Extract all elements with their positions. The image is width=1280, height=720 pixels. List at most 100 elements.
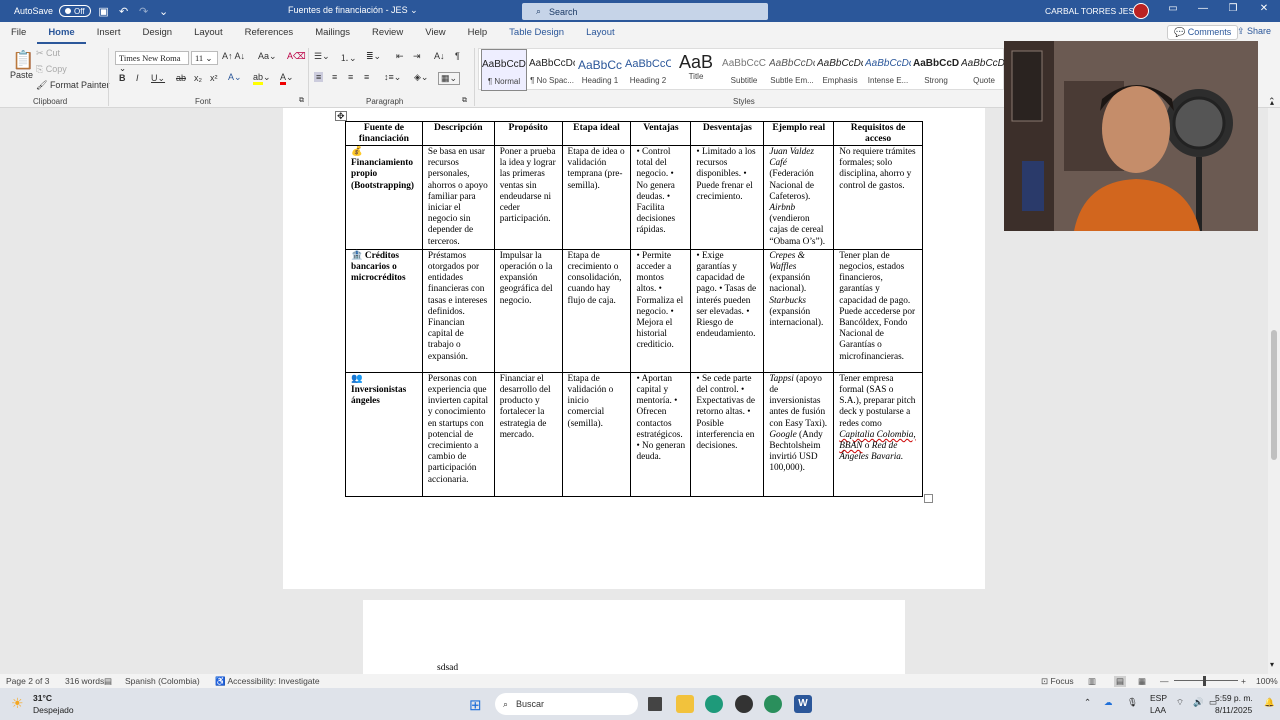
table-cell[interactable]: • Limitado a los recursos disponibles. •… — [690, 145, 765, 250]
wifi-icon[interactable]: ⌔ — [1176, 697, 1184, 708]
cut-button[interactable]: ✂ Cut — [36, 48, 60, 59]
zoom-out-icon[interactable]: — — [1160, 676, 1169, 686]
paragraph-dialog-launcher-icon[interactable]: ⧉ — [462, 97, 467, 105]
word-count[interactable]: 316 words — [65, 676, 104, 686]
highlight-icon[interactable]: ab⌄ — [253, 72, 271, 85]
autosave-toggle[interactable]: Off — [59, 5, 91, 17]
table-cell[interactable]: 👥 Inversionistas ángeles — [345, 371, 423, 497]
volume-icon[interactable]: 🔊 — [1193, 697, 1204, 708]
table-cell[interactable]: 💰 Financiamiento propio (Bootstrapping) — [345, 145, 423, 250]
weather-temp[interactable]: 31°C — [33, 693, 52, 703]
copy-button[interactable]: ⎘ Copy — [36, 64, 67, 75]
header-cell[interactable]: Desventajas — [690, 121, 765, 146]
table-cell[interactable]: Tener empresa formal (SAS o S.A.), prepa… — [833, 371, 923, 497]
shading-icon[interactable]: ◈⌄ — [414, 72, 428, 83]
style-intense-emphasis[interactable]: AaBbCcDc Intense E... — [865, 49, 911, 91]
style-subtle-emphasis[interactable]: AaBbCcDc Subtle Em... — [769, 49, 815, 91]
header-cell[interactable]: Fuente de financiación — [345, 121, 423, 146]
tab-references[interactable]: References — [234, 22, 305, 44]
zoom-slider-thumb[interactable] — [1203, 676, 1206, 686]
align-right-icon[interactable]: ≡ — [348, 72, 353, 82]
header-cell[interactable]: Ejemplo real — [763, 121, 835, 146]
weather-desc[interactable]: Despejado — [33, 705, 74, 715]
style-quote[interactable]: AaBbCcDc Quote — [961, 49, 1007, 91]
share-button[interactable]: ⇪ Share — [1237, 26, 1271, 37]
table-cell[interactable]: Se basa en usar recursos personales, aho… — [421, 145, 495, 250]
web-layout-icon[interactable]: ▦ — [1138, 676, 1146, 687]
page-count[interactable]: Page 2 of 3 — [6, 676, 49, 686]
paste-icon[interactable]: 📋 — [12, 50, 34, 71]
table-cell[interactable]: Etapa de crecimiento o consolidación, cu… — [561, 248, 632, 373]
input-language-1[interactable]: ESP — [1150, 693, 1167, 703]
style-subtitle[interactable]: AaBbCcC Subtitle — [721, 49, 767, 91]
table-cell[interactable]: • Exige garantías y capacidad de pago. •… — [690, 248, 765, 373]
file-explorer-icon[interactable] — [676, 695, 694, 713]
decrease-indent-icon[interactable]: ⇤ — [396, 51, 404, 62]
style-emphasis[interactable]: AaBbCcDc Emphasis — [817, 49, 863, 91]
table-cell[interactable]: Tener plan de negocios, estados financie… — [833, 248, 923, 373]
align-left-icon[interactable]: ≡ — [314, 72, 324, 82]
font-name-select[interactable]: Times New Roma ⌄ — [115, 51, 189, 73]
table-cell[interactable]: Etapa de idea o validación temprana (pre… — [561, 145, 632, 250]
tab-home[interactable]: Home — [37, 22, 86, 44]
table-cell[interactable]: Poner a prueba la idea y lograr las prim… — [493, 145, 563, 250]
scroll-down-icon[interactable]: ▾ — [1270, 660, 1274, 669]
table-cell[interactable]: • Se cede parte del control. • Expectati… — [690, 371, 765, 497]
tab-review[interactable]: Review — [361, 22, 414, 44]
focus-mode-button[interactable]: ⊡ Focus — [1041, 676, 1074, 687]
font-size-select[interactable]: 11 ⌄ — [191, 51, 218, 65]
scroll-up-icon[interactable]: ▴ — [1270, 98, 1274, 107]
customize-toolbar-icon[interactable]: ⌄ — [157, 5, 171, 18]
style-normal[interactable]: AaBbCcDc¶ Normal — [481, 49, 527, 91]
tab-table-design[interactable]: Table Design — [498, 22, 575, 44]
table-cell[interactable]: No requiere trámites formales; solo disc… — [833, 145, 923, 250]
restore-icon[interactable]: ❐ — [1218, 3, 1248, 14]
table-cell[interactable]: Crepes & Waffles (expansión nacional). S… — [763, 248, 835, 373]
undo-icon[interactable]: ↶ — [117, 5, 131, 18]
next-page-text[interactable]: sdsad — [437, 663, 458, 673]
font-dialog-launcher-icon[interactable]: ⧉ — [299, 97, 304, 105]
style-strong[interactable]: AaBbCcDcStrong — [913, 49, 959, 91]
header-cell[interactable]: Etapa ideal — [561, 121, 632, 146]
format-painter-button[interactable]: 🖌 Format Painter — [36, 80, 109, 91]
multilevel-list-icon[interactable]: ≣⌄ — [366, 51, 381, 62]
tab-mailings[interactable]: Mailings — [304, 22, 361, 44]
chrome-icon[interactable] — [764, 695, 782, 713]
strikethrough-icon[interactable]: ab — [176, 73, 186, 83]
show-hidden-icons-icon[interactable]: ⌃ — [1084, 697, 1091, 708]
user-name[interactable]: CARBAL TORRES JESUS — [1045, 6, 1146, 16]
style-heading-1[interactable]: AaBbCc Heading 1 — [577, 49, 623, 91]
table-cell[interactable]: Tappsi (apoyo de inversionistas antes de… — [763, 371, 835, 497]
table-move-handle-icon[interactable]: ✥ — [335, 111, 347, 121]
tab-help[interactable]: Help — [457, 22, 499, 44]
change-case-icon[interactable]: Aa⌄ — [258, 51, 277, 62]
increase-indent-icon[interactable]: ⇥ — [413, 51, 421, 62]
table-cell[interactable]: Personas con experiencia que invierten c… — [421, 371, 495, 497]
tab-design[interactable]: Design — [131, 22, 183, 44]
print-layout-icon[interactable]: ▤ — [1114, 675, 1127, 687]
input-language-2[interactable]: LAA — [1150, 705, 1166, 715]
style-no-spacing[interactable]: AaBbCcDc ¶ No Spac... — [529, 49, 575, 91]
header-cell[interactable]: Requisitos de acceso — [833, 121, 923, 146]
bold-icon[interactable]: B — [119, 73, 126, 83]
document-title[interactable]: Fuentes de financiación - JES ⌄ — [288, 5, 418, 16]
search-box[interactable]: ⌕ Search — [522, 3, 768, 20]
word-app-icon[interactable]: W — [794, 695, 812, 713]
tab-insert[interactable]: Insert — [86, 22, 132, 44]
font-color-icon[interactable]: A⌄ — [280, 72, 294, 85]
italic-icon[interactable]: I — [136, 73, 139, 83]
avatar[interactable] — [1133, 3, 1149, 19]
accessibility-status[interactable]: ♿ Accessibility: Investigate — [215, 676, 320, 687]
zoom-slider[interactable] — [1174, 680, 1238, 681]
scrollbar-thumb[interactable] — [1271, 330, 1277, 460]
tab-file[interactable]: File — [0, 22, 37, 44]
taskbar-search[interactable]: ⌕ Buscar — [495, 693, 638, 715]
show-formatting-icon[interactable]: ¶ — [455, 51, 460, 61]
sort-icon[interactable]: A↓ — [434, 51, 445, 61]
subscript-icon[interactable]: x₂ — [194, 73, 202, 83]
weather-icon[interactable]: ☀ — [11, 695, 24, 712]
line-spacing-icon[interactable]: ↕≡⌄ — [384, 72, 401, 83]
style-heading-2[interactable]: AaBbCcC Heading 2 — [625, 49, 671, 91]
start-icon[interactable]: ⊞ — [469, 696, 482, 714]
table-cell[interactable]: Etapa de validación o inicio comercial (… — [561, 371, 632, 497]
